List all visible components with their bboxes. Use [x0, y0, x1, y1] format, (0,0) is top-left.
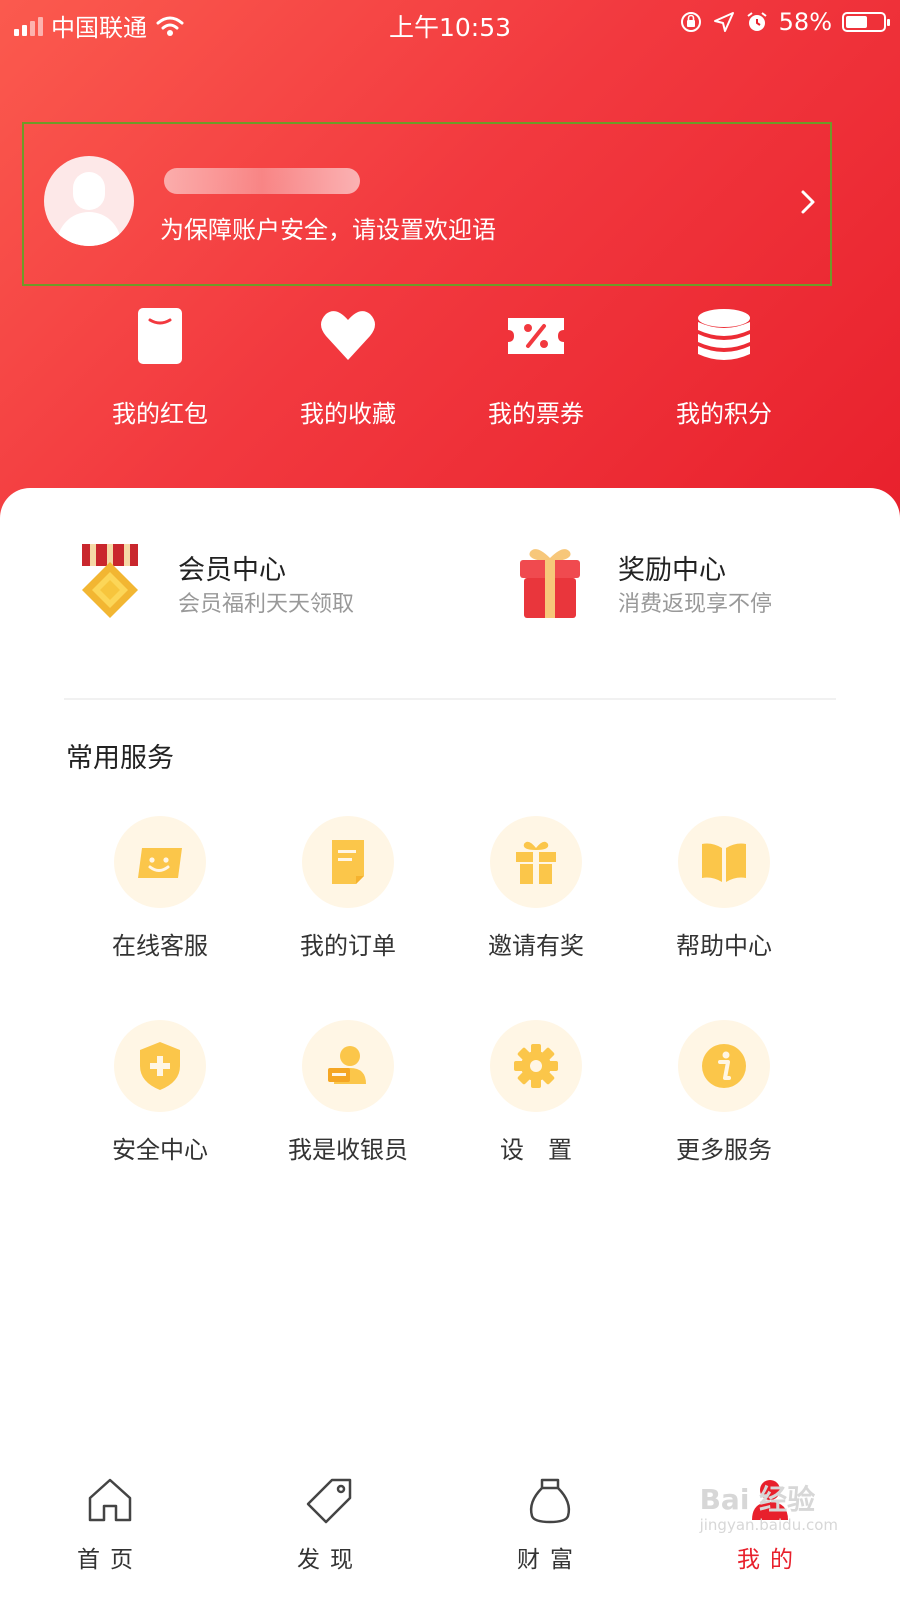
home-icon	[88, 1478, 132, 1522]
service-online-support[interactable]: 在线客服	[66, 816, 254, 961]
tab-wealth[interactable]: 财富	[440, 1466, 660, 1574]
quick-action-coupons[interactable]: 我的票券	[442, 306, 630, 429]
tab-home[interactable]: 首页	[0, 1466, 220, 1574]
rotation-lock-icon	[680, 12, 701, 32]
red-packet-icon	[138, 308, 182, 364]
section-title-common-services: 常用服务	[66, 743, 174, 774]
chat-card-icon	[138, 848, 182, 878]
coins-icon	[698, 309, 750, 360]
divider	[64, 698, 836, 700]
quick-actions: 我的红包 我的收藏 我的票券 我的积分	[0, 306, 900, 436]
service-security-center[interactable]: 安全中心	[66, 1020, 254, 1165]
shield-plus-icon	[140, 1042, 180, 1090]
heart-icon	[321, 311, 375, 360]
username-blurred	[164, 168, 360, 194]
watermark-logo: Bai 经验 jingyan.baidu.com	[699, 1483, 838, 1534]
info-icon	[702, 1044, 746, 1088]
location-icon	[713, 12, 734, 32]
service-more[interactable]: 更多服务	[630, 1020, 818, 1165]
reward-center-card[interactable]: 奖励中心 消费返现享不停	[518, 544, 818, 624]
tab-discover[interactable]: 发现	[220, 1466, 440, 1574]
battery-icon	[842, 12, 890, 32]
medal-icon	[82, 544, 138, 618]
quick-action-points[interactable]: 我的积分	[630, 306, 818, 429]
service-invite-reward[interactable]: 邀请有奖	[442, 816, 630, 961]
status-bar: 中国联通 上午10:53 58%	[0, 0, 900, 44]
member-center-card[interactable]: 会员中心 会员福利天天领取	[78, 544, 438, 624]
profile-card[interactable]: 为保障账户安全，请设置欢迎语	[22, 122, 832, 286]
coupon-icon	[508, 318, 564, 354]
book-icon	[702, 843, 746, 882]
gift-icon	[516, 841, 556, 884]
service-help-center[interactable]: 帮助中心	[630, 816, 818, 961]
order-doc-icon	[332, 840, 364, 884]
quick-action-favorites[interactable]: 我的收藏	[254, 306, 442, 429]
gear-icon	[514, 1044, 558, 1088]
feature-subtitle: 会员福利天天领取	[178, 592, 355, 617]
feature-subtitle: 消费返现享不停	[618, 592, 773, 617]
tag-icon	[306, 1478, 352, 1524]
money-bag-icon	[529, 1478, 571, 1524]
main-content: 会员中心 会员福利天天领取 奖励中心 消费返现享不停 常用服务 在线客服 我的订…	[0, 488, 900, 1600]
service-settings[interactable]: 设 置	[442, 1020, 630, 1165]
quick-action-red-packet[interactable]: 我的红包	[66, 306, 254, 429]
service-my-orders[interactable]: 我的订单	[254, 816, 442, 961]
chevron-right-icon[interactable]	[790, 184, 826, 220]
avatar[interactable]	[44, 156, 134, 246]
gift-box-icon	[520, 549, 580, 618]
service-cashier[interactable]: 我是收银员	[254, 1020, 442, 1165]
feature-title: 奖励中心	[618, 555, 726, 586]
alarm-icon	[747, 12, 767, 31]
battery-percent: 58%	[778, 8, 832, 36]
profile-tagline: 为保障账户安全，请设置欢迎语	[160, 216, 496, 244]
feature-title: 会员中心	[178, 555, 286, 586]
cashier-icon	[328, 1046, 366, 1084]
